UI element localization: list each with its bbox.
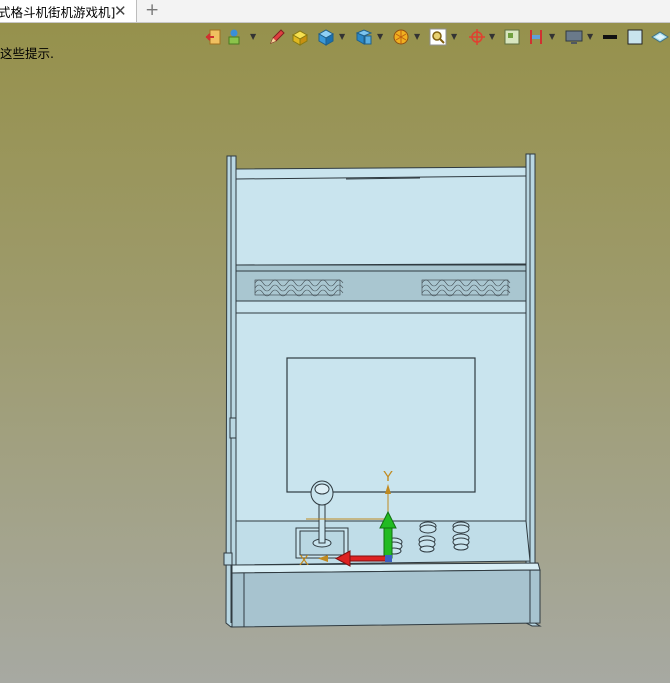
graphics-viewport[interactable]: 这些提示. ▼ ▼ ▼ ▼ ▼ ▼ ▼ ▼ Y X (0, 23, 670, 683)
cabinet-marquee (235, 166, 527, 266)
speaker-band (235, 264, 527, 302)
tab-bar: 式格斗机街机游戏机] ✕ + (0, 0, 670, 23)
tab-title: 式格斗机街机游戏机] (0, 4, 116, 20)
document-tab[interactable]: 式格斗机街机游戏机] ✕ (0, 0, 137, 22)
screen (286, 357, 476, 493)
x-axis-label: X (299, 552, 309, 569)
new-tab-button[interactable]: + (145, 0, 159, 20)
y-axis-label: Y (383, 468, 393, 485)
close-icon[interactable]: ✕ (114, 2, 127, 20)
model-view[interactable]: Y X (0, 23, 670, 683)
cabinet-base (231, 569, 541, 628)
